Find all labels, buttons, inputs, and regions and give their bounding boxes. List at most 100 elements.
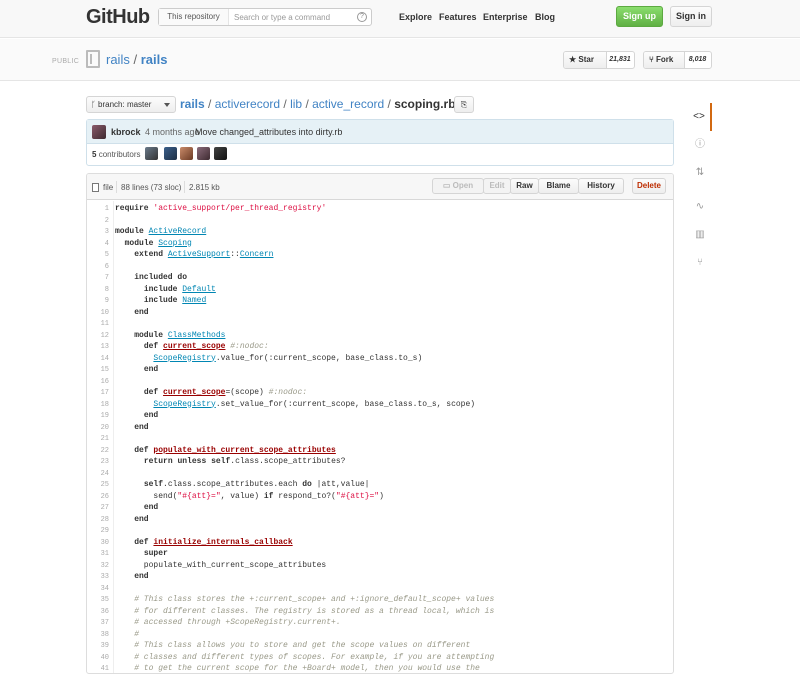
line-number[interactable]: 21	[87, 435, 109, 443]
line-number[interactable]: 33	[87, 573, 109, 581]
line-number[interactable]: 1	[87, 205, 109, 213]
line-number[interactable]: 36	[87, 608, 109, 616]
repo-name-link[interactable]: rails	[141, 52, 168, 67]
line-number[interactable]: 22	[87, 447, 109, 455]
contributor-avatar[interactable]	[197, 147, 210, 160]
line-number[interactable]: 14	[87, 355, 109, 363]
line-number[interactable]: 24	[87, 470, 109, 478]
code-line: def populate_with_current_scope_attribut…	[134, 445, 336, 455]
line-number[interactable]: 29	[87, 527, 109, 535]
line-number[interactable]: 5	[87, 251, 109, 259]
network-icon[interactable]: ⑂	[688, 249, 712, 277]
search-input[interactable]	[230, 9, 358, 25]
line-number[interactable]: 39	[87, 642, 109, 650]
line-number[interactable]: 37	[87, 619, 109, 627]
visibility-label: PUBLIC	[52, 58, 80, 65]
delete-button[interactable]: Delete	[632, 178, 666, 194]
star-widget: ★ Star 21,831	[563, 51, 635, 69]
line-number[interactable]: 3	[87, 228, 109, 236]
line-number[interactable]: 15	[87, 366, 109, 374]
line-number[interactable]: 23	[87, 458, 109, 466]
commit-author[interactable]: kbrock	[111, 127, 141, 137]
graphs-icon[interactable]: ▥	[688, 221, 712, 249]
code-line: end	[143, 503, 159, 512]
code-line: ScopeRegistry.value_for(:current_scope, …	[153, 353, 423, 363]
line-number[interactable]: 11	[87, 320, 109, 328]
nav-explore[interactable]: Explore	[399, 12, 432, 22]
code-line: def current_scope #:nodoc:	[143, 342, 269, 351]
breadcrumb-root[interactable]: rails	[180, 97, 205, 111]
repo-title-sep: /	[129, 52, 141, 67]
history-button[interactable]: History	[578, 178, 624, 194]
breadcrumb-lib[interactable]: lib	[290, 97, 302, 111]
line-number[interactable]: 27	[87, 504, 109, 512]
code-line: def initialize_internals_callback	[134, 537, 293, 547]
fork-count[interactable]: 8,018	[684, 52, 711, 68]
breadcrumb-active-record[interactable]: active_record	[312, 97, 384, 111]
branch-select[interactable]: ᚴ branch: master	[86, 96, 176, 113]
pull-request-icon[interactable]: ⇅	[688, 159, 712, 187]
contributor-avatar[interactable]	[180, 147, 193, 160]
copy-path-button[interactable]: ⎘	[454, 96, 474, 113]
nav-features[interactable]: Features	[439, 12, 477, 22]
line-number[interactable]: 20	[87, 424, 109, 432]
github-logo[interactable]: GitHub	[86, 6, 150, 29]
repo-owner-link[interactable]: rails	[106, 52, 130, 67]
search-scope-label[interactable]: This repository	[159, 9, 229, 25]
line-number[interactable]: 35	[87, 596, 109, 604]
line-number[interactable]: 13	[87, 343, 109, 351]
line-number[interactable]: 30	[87, 539, 109, 547]
code-line: ScopeRegistry.set_value_for(:current_sco…	[153, 399, 476, 409]
line-number[interactable]: 7	[87, 274, 109, 282]
contributor-avatar[interactable]	[145, 147, 158, 160]
commit-message[interactable]: Move changed_attributes into dirty.rb	[195, 127, 342, 137]
line-number[interactable]: 38	[87, 631, 109, 639]
line-number[interactable]: 16	[87, 378, 109, 386]
star-count[interactable]: 21,831	[606, 52, 634, 68]
line-number[interactable]: 25	[87, 481, 109, 489]
raw-button[interactable]: Raw	[510, 178, 539, 194]
blame-button[interactable]: Blame	[538, 178, 579, 194]
line-number[interactable]: 9	[87, 297, 109, 305]
line-number[interactable]: 41	[87, 665, 109, 673]
code-line: require 'active_support/per_thread_regis…	[115, 204, 327, 213]
line-number[interactable]: 8	[87, 286, 109, 294]
line-number[interactable]: 28	[87, 516, 109, 524]
file-header: file 88 lines (73 sloc) 2.815 kb ▭ Open …	[87, 174, 673, 200]
signup-button[interactable]: Sign up	[616, 6, 663, 27]
avatar[interactable]	[92, 125, 106, 139]
breadcrumb-activerecord[interactable]: activerecord	[215, 97, 280, 111]
contributors-count[interactable]: 5 contributors	[92, 150, 140, 159]
file-info-divider	[184, 181, 185, 193]
nav-enterprise[interactable]: Enterprise	[483, 12, 528, 22]
search-help-icon[interactable]: ?	[357, 12, 367, 22]
code-icon[interactable]: <>	[688, 103, 712, 131]
file-info-divider	[116, 181, 117, 193]
line-number[interactable]: 4	[87, 240, 109, 248]
issues-icon[interactable]: ⓘ	[688, 131, 712, 159]
line-number[interactable]: 10	[87, 309, 109, 317]
line-number[interactable]: 17	[87, 389, 109, 397]
pulse-icon[interactable]: ∿	[688, 193, 712, 221]
line-number[interactable]: 6	[87, 263, 109, 271]
line-number[interactable]: 26	[87, 493, 109, 501]
line-number[interactable]: 12	[87, 332, 109, 340]
line-number[interactable]: 31	[87, 550, 109, 558]
line-number[interactable]: 2	[87, 217, 109, 225]
line-number[interactable]: 32	[87, 562, 109, 570]
branch-label: branch: master	[98, 100, 152, 109]
line-number[interactable]: 18	[87, 401, 109, 409]
line-number[interactable]: 19	[87, 412, 109, 420]
breadcrumb: rails / activerecord / lib / active_reco…	[180, 97, 456, 111]
contributor-avatar[interactable]	[164, 147, 177, 160]
star-button[interactable]: ★ Star	[564, 52, 607, 68]
edit-button[interactable]: Edit	[483, 178, 511, 194]
line-number[interactable]: 40	[87, 654, 109, 662]
line-number[interactable]: 34	[87, 585, 109, 593]
signin-button[interactable]: Sign in	[670, 6, 712, 27]
fork-button[interactable]: ⑂ Fork	[644, 52, 685, 68]
open-button[interactable]: ▭ Open	[432, 178, 484, 194]
nav-blog[interactable]: Blog	[535, 12, 555, 22]
contributor-avatar[interactable]	[214, 147, 227, 160]
site-header: GitHub This repository ? Explore Feature…	[0, 0, 800, 38]
